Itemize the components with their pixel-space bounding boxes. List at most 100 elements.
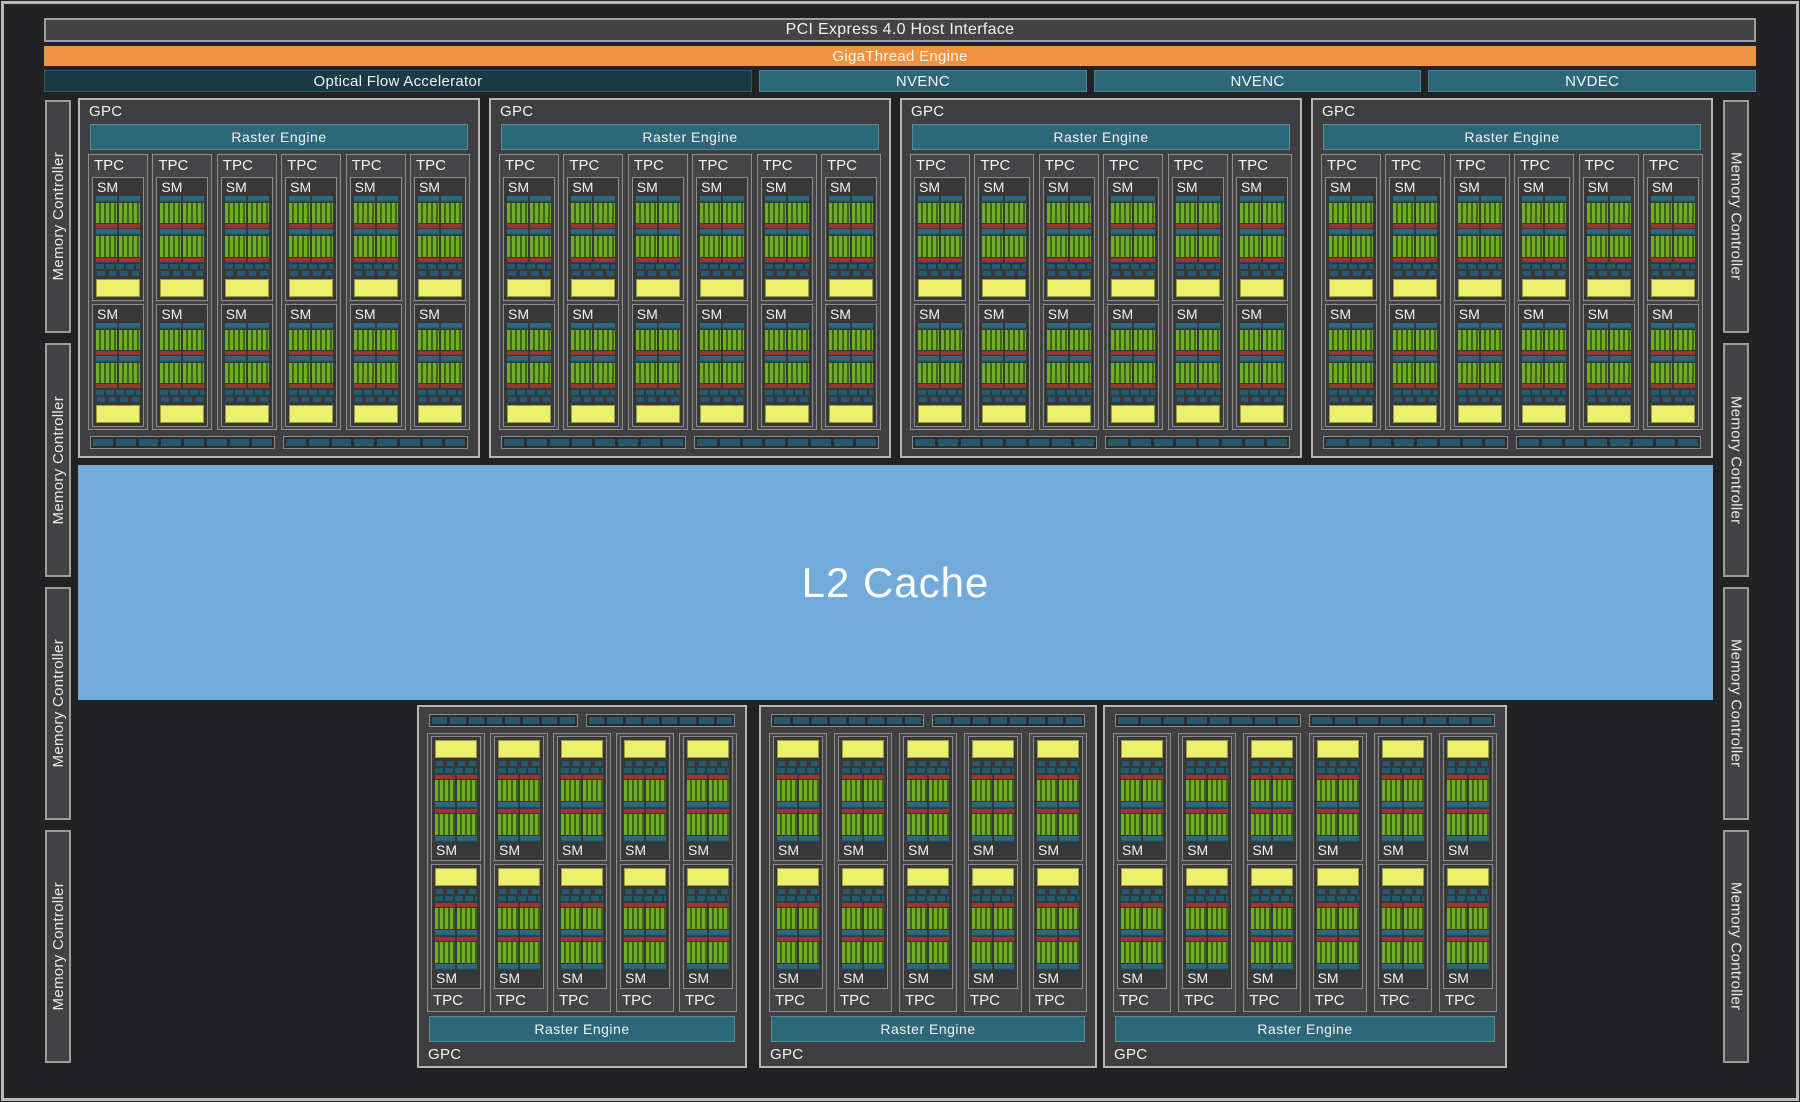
sm-body	[96, 323, 140, 424]
texture-unit	[1274, 761, 1281, 766]
texture-unit	[919, 889, 926, 894]
cache-bar	[418, 196, 439, 202]
crossbar-segment	[1404, 717, 1424, 724]
red-bar	[1587, 384, 1608, 388]
sm-partition	[687, 775, 707, 842]
sm-partition	[765, 323, 786, 389]
red-bar	[1176, 258, 1197, 262]
red-bar	[700, 224, 721, 228]
sm-partition-row	[1251, 903, 1293, 970]
core-array-block	[119, 236, 140, 256]
texture-unit	[1187, 761, 1194, 766]
sm-partition	[659, 323, 680, 389]
texture-unit	[688, 889, 695, 894]
cache-bar	[982, 196, 1003, 202]
texture-unit	[237, 397, 245, 402]
texture-unit	[313, 397, 321, 402]
sm-body	[1651, 196, 1695, 297]
sm-body	[918, 196, 962, 297]
texture-unit-row	[907, 761, 949, 766]
sm-partition	[1352, 323, 1373, 389]
core-array-block	[583, 814, 603, 835]
crossbar-segment	[1029, 717, 1045, 724]
cache-bar	[1111, 196, 1132, 202]
cache-bar	[1273, 930, 1293, 936]
red-bar	[160, 351, 181, 355]
gpc-label: GPC	[499, 103, 881, 120]
sm-block: SM	[1583, 304, 1635, 428]
tpc: TPCSMSM	[563, 154, 623, 430]
crossbar-segment	[542, 717, 557, 724]
red-bar	[982, 351, 1003, 355]
sm-body	[1111, 323, 1155, 424]
sm-label: SM	[700, 179, 744, 196]
cache-bar	[1545, 356, 1566, 362]
gpc-label: GPC	[88, 103, 470, 120]
sm-partition	[1610, 323, 1631, 389]
core-array-block	[1263, 236, 1284, 256]
cache-bar	[1587, 323, 1608, 329]
sm-partition	[119, 323, 140, 389]
sm-partition-row	[1458, 323, 1502, 389]
load-store-bar	[982, 390, 1026, 395]
cache-bar	[507, 356, 528, 362]
texture-unit-row	[1121, 761, 1163, 766]
texture-unit-row	[160, 271, 204, 276]
crossbar-segment	[1245, 439, 1265, 446]
sm-label: SM	[972, 842, 1014, 859]
nvenc-2-label: NVENC	[1231, 73, 1285, 90]
sm-block: SM	[1583, 177, 1635, 301]
yellow-block	[1047, 405, 1091, 423]
texture-unit-row	[1329, 271, 1373, 276]
core-array-block	[441, 363, 462, 383]
core-array-block	[1005, 363, 1026, 383]
crossbar-segment	[505, 717, 520, 724]
yellow-block	[1393, 405, 1437, 423]
texture-unit	[1124, 271, 1132, 276]
texture-unit	[736, 397, 744, 402]
crossbar-segment	[938, 439, 958, 446]
load-store-bar	[1037, 896, 1079, 901]
crossbar-segment	[400, 439, 420, 446]
sm-body	[1111, 196, 1155, 297]
core-array-block	[1070, 363, 1091, 383]
sm-block: SM	[838, 736, 888, 861]
red-bar	[646, 809, 666, 813]
sm-partition	[1545, 196, 1566, 262]
sm-block: SM	[1454, 177, 1506, 301]
texture-unit	[789, 761, 796, 766]
load-store-bar	[1587, 390, 1631, 395]
texture-unit	[1200, 397, 1208, 402]
core-array-block	[1447, 942, 1467, 963]
texture-unit	[789, 889, 796, 894]
sm-partition	[441, 323, 462, 389]
cache-bar	[1186, 802, 1206, 808]
core-array-block	[1005, 203, 1026, 223]
crossbar-segment	[445, 439, 465, 446]
cache-bar	[788, 196, 809, 202]
load-store-bar	[507, 390, 551, 395]
cache-bar	[225, 356, 246, 362]
red-bar	[852, 384, 873, 388]
texture-unit	[1330, 397, 1338, 402]
sm-partition	[994, 775, 1014, 842]
sm-partition	[829, 196, 850, 262]
sm-partition-row	[829, 196, 873, 262]
cache-bar	[1005, 323, 1026, 329]
texture-unit	[713, 397, 721, 402]
red-bar	[377, 258, 398, 262]
core-array-block	[636, 330, 657, 350]
sm-label: SM	[777, 970, 819, 987]
texture-unit	[941, 761, 948, 766]
sm-partition-row	[636, 323, 680, 389]
texture-unit	[532, 889, 539, 894]
core-array-block	[1143, 908, 1163, 929]
load-store-bar	[435, 896, 477, 901]
cache-bar	[709, 802, 729, 808]
load-store-bar	[96, 390, 140, 395]
sm-body	[1317, 740, 1359, 842]
cache-bar	[225, 323, 246, 329]
texture-unit-row	[1047, 397, 1091, 402]
cache-bar	[1005, 196, 1026, 202]
sm-partition	[1352, 196, 1373, 262]
